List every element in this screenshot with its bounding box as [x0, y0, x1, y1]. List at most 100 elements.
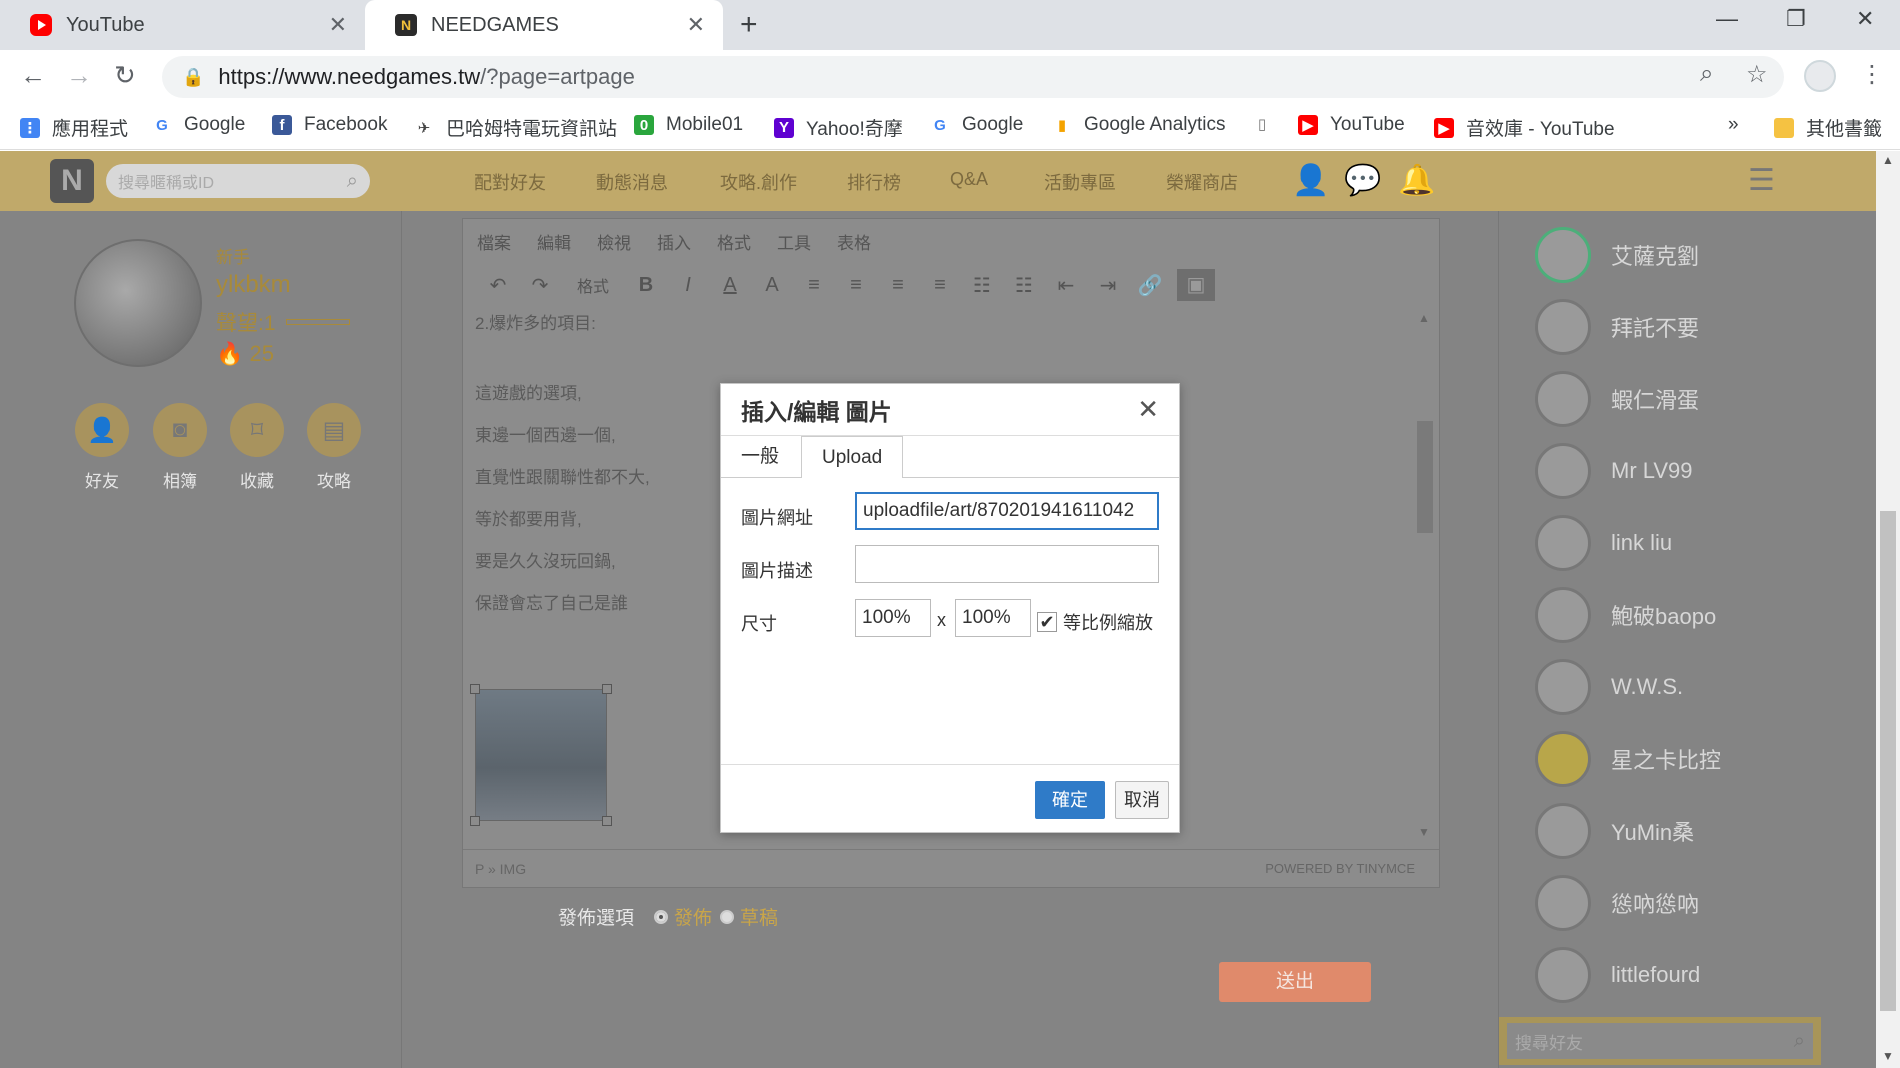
quick-favorites-button[interactable]: ⌑ 收藏 — [230, 403, 284, 492]
menu-insert[interactable]: 插入 — [657, 229, 691, 254]
browser-tab-youtube[interactable]: YouTube ✕ — [0, 0, 365, 50]
back-arrow-icon[interactable]: ← — [20, 60, 46, 91]
page-scroll-thumb[interactable] — [1880, 511, 1896, 1011]
friend-item[interactable]: W.W.S. — [1535, 659, 1683, 715]
nav-match-friends[interactable]: 配對好友 — [474, 169, 546, 195]
bookmark-google-analytics[interactable]: ▮ Google Analytics — [1052, 114, 1226, 136]
quick-album-button[interactable]: ◙ 相簿 — [153, 403, 207, 492]
height-input[interactable] — [955, 599, 1031, 637]
bookmark-yahoo[interactable]: Y Yahoo!奇摩 — [774, 114, 903, 141]
friend-search-input[interactable]: 搜尋好友 ⌕ — [1507, 1023, 1813, 1059]
forward-arrow-icon[interactable]: → — [66, 60, 92, 91]
text-color-icon[interactable]: A — [709, 274, 751, 297]
bg-color-icon[interactable]: A — [751, 274, 793, 297]
image-description-input[interactable] — [855, 545, 1159, 583]
resize-handle[interactable] — [602, 684, 612, 694]
zoom-magnifier-icon[interactable]: ⌕ — [1700, 60, 1713, 88]
resize-handle[interactable] — [470, 816, 480, 826]
cancel-button[interactable]: 取消 — [1115, 781, 1169, 819]
publish-radio[interactable] — [654, 909, 669, 924]
selected-image[interactable] — [475, 689, 607, 821]
search-icon[interactable]: ⌕ — [347, 170, 358, 193]
friend-item[interactable]: 星之卡比控 — [1535, 731, 1721, 787]
ok-button[interactable]: 確定 — [1035, 781, 1105, 819]
add-friend-icon[interactable]: 👤 — [1292, 163, 1329, 198]
friend-item[interactable]: 慫吶慫吶 — [1535, 875, 1699, 931]
bookmark-youtube-sfx[interactable]: ▶ 音效庫 - YouTube — [1434, 114, 1615, 141]
nav-guides[interactable]: 攻略.創作 — [720, 169, 797, 195]
bookmark-facebook[interactable]: f Facebook — [272, 114, 387, 136]
new-tab-plus-icon[interactable]: + — [740, 8, 758, 42]
bookmark-other[interactable]: 其他書籤 — [1774, 114, 1882, 141]
site-search-input[interactable]: 搜尋暱稱或ID ⌕ — [106, 164, 370, 198]
menu-edit[interactable]: 編輯 — [537, 229, 571, 254]
image-icon[interactable]: ▣ — [1177, 269, 1215, 301]
align-right-icon[interactable]: ≡ — [877, 274, 919, 297]
minimize-icon[interactable]: — — [1716, 6, 1738, 32]
bold-icon[interactable]: B — [625, 274, 667, 297]
scroll-down-icon[interactable]: ▼ — [1882, 1049, 1894, 1063]
tab-close-icon[interactable]: ✕ — [329, 12, 347, 38]
restore-icon[interactable]: ❐ — [1786, 6, 1806, 32]
nav-news[interactable]: 動態消息 — [596, 169, 668, 195]
bullet-list-icon[interactable]: ☷ — [961, 273, 1003, 298]
scroll-up-icon[interactable]: ▲ — [1418, 311, 1430, 325]
friend-item[interactable]: 蝦仁滑蛋 — [1535, 371, 1699, 427]
resize-handle[interactable] — [470, 684, 480, 694]
page-scrollbar[interactable]: ▲ ▼ — [1876, 151, 1900, 1068]
search-icon[interactable]: ⌕ — [1794, 1030, 1805, 1053]
browser-tab-needgames[interactable]: N NEEDGAMES ✕ — [365, 0, 723, 50]
close-icon[interactable]: ✕ — [1137, 394, 1159, 425]
bookmark-google-2[interactable]: G Google — [930, 114, 1023, 136]
tab-general[interactable]: 一般 — [721, 436, 799, 478]
scroll-down-icon[interactable]: ▼ — [1418, 825, 1430, 839]
friend-item[interactable]: 艾薩克劉 — [1535, 227, 1699, 283]
outdent-icon[interactable]: ⇤ — [1045, 273, 1087, 298]
hamburger-menu-icon[interactable]: ☰ — [1748, 163, 1775, 198]
quick-friends-button[interactable]: 👤 好友 — [75, 403, 129, 492]
window-close-icon[interactable]: ✕ — [1856, 6, 1874, 32]
redo-icon[interactable]: ↷ — [519, 273, 561, 298]
link-icon[interactable]: 🔗 — [1129, 273, 1171, 298]
user-name[interactable]: ylkbkm — [216, 271, 291, 299]
justify-icon[interactable]: ≡ — [919, 274, 961, 297]
bookmark-youtube[interactable]: ▶ YouTube — [1298, 114, 1405, 136]
menu-table[interactable]: 表格 — [837, 229, 871, 254]
menu-kebab-icon[interactable]: ⋮ — [1860, 60, 1884, 89]
width-input[interactable] — [855, 599, 931, 637]
editor-scroll-thumb[interactable] — [1417, 421, 1433, 533]
reload-icon[interactable]: ↻ — [114, 60, 136, 91]
tab-upload[interactable]: Upload — [801, 436, 904, 478]
italic-icon[interactable]: I — [667, 274, 709, 297]
friend-item[interactable]: Mr LV99 — [1535, 443, 1693, 499]
nav-qa[interactable]: Q&A — [950, 169, 988, 190]
publish-option-label[interactable]: 發佈 — [674, 903, 712, 930]
friend-item[interactable]: link liu — [1535, 515, 1672, 571]
image-url-input[interactable] — [855, 492, 1159, 530]
nav-events[interactable]: 活動專區 — [1044, 169, 1116, 195]
undo-icon[interactable]: ↶ — [477, 273, 519, 298]
url-omnibox[interactable]: 🔒 https://www.needgames.tw /?page=artpag… — [162, 56, 1784, 98]
editor-scrollbar[interactable]: ▲ ▼ — [1413, 311, 1437, 843]
draft-radio[interactable] — [720, 909, 735, 924]
profile-avatar-icon[interactable] — [1804, 60, 1836, 92]
checkmark-icon[interactable]: ✔ — [1037, 612, 1057, 632]
nav-shop[interactable]: 榮耀商店 — [1166, 169, 1238, 195]
quick-guides-button[interactable]: ▤ 攻略 — [307, 403, 361, 492]
friend-item[interactable]: 拜託不要 — [1535, 299, 1699, 355]
friend-item[interactable]: littlefourd — [1535, 947, 1700, 1003]
resize-handle[interactable] — [602, 816, 612, 826]
bookmarks-overflow[interactable]: » — [1728, 114, 1739, 136]
friend-item[interactable]: YuMin桑 — [1535, 803, 1694, 859]
nav-ranking[interactable]: 排行榜 — [847, 169, 901, 195]
format-dropdown[interactable]: 格式 — [561, 273, 625, 297]
align-left-icon[interactable]: ≡ — [793, 274, 835, 297]
bookmark-apps[interactable]: ⋮ 應用程式 — [20, 114, 128, 141]
menu-tools[interactable]: 工具 — [777, 229, 811, 254]
bookmark-mobile01[interactable]: 0 Mobile01 — [634, 114, 743, 136]
friend-item[interactable]: 鮑破baopo — [1535, 587, 1716, 643]
bell-icon[interactable]: 🔔 — [1398, 163, 1435, 198]
bookmark-bahamut[interactable]: ✈ 巴哈姆特電玩資訊站 — [414, 114, 617, 141]
menu-view[interactable]: 檢視 — [597, 229, 631, 254]
needgames-logo[interactable]: N — [50, 159, 94, 203]
